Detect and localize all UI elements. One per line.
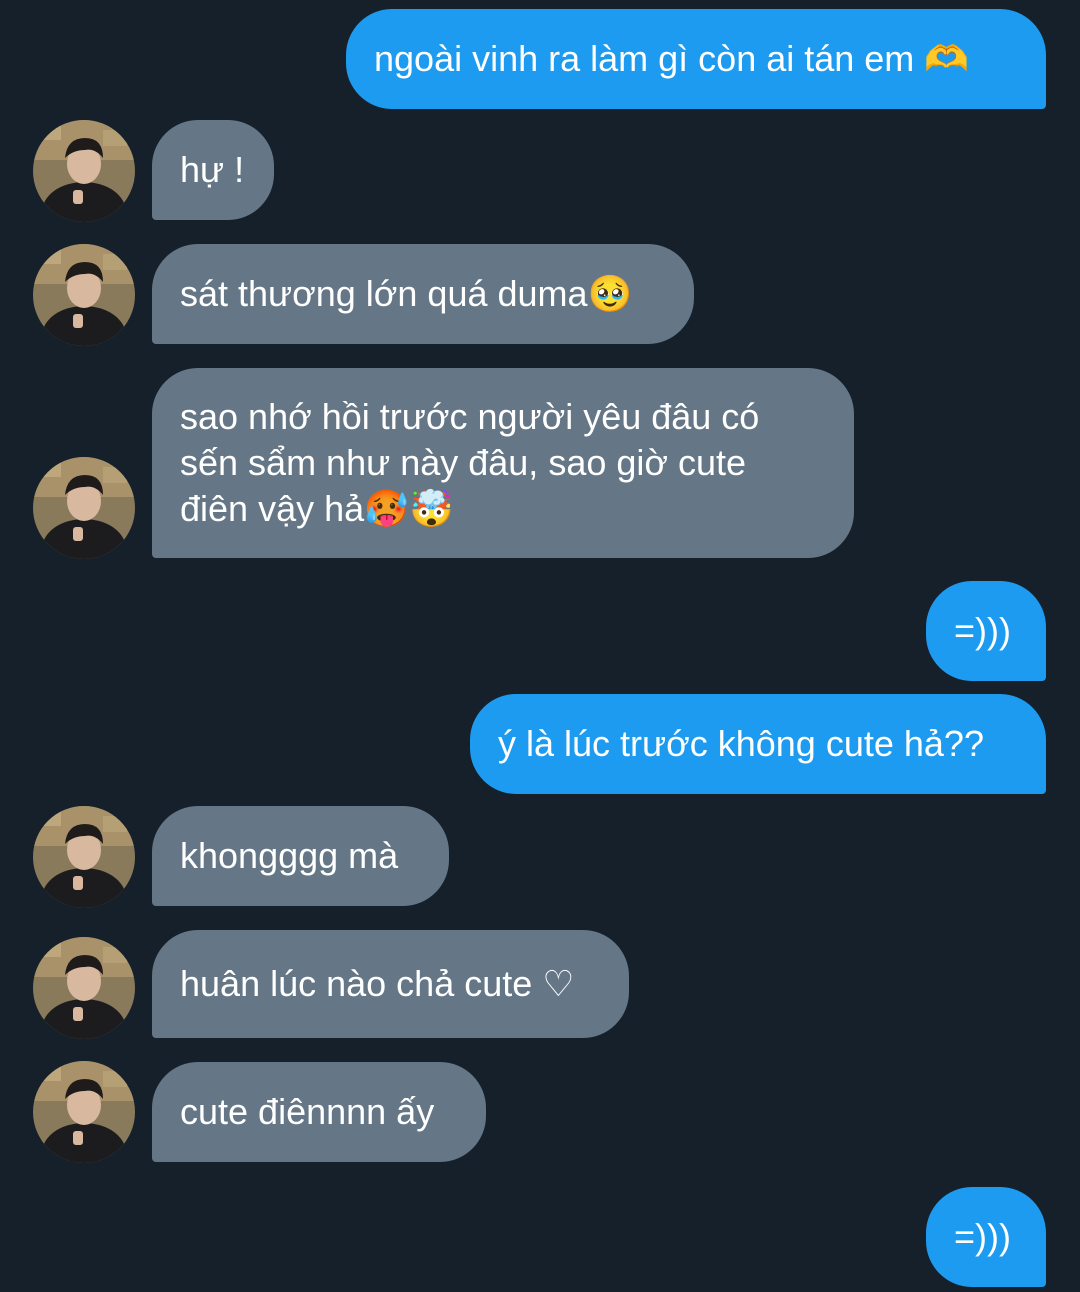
message-text: ngoài vinh ra làm gì còn ai tán em 🫶 [374, 38, 970, 79]
avatar-photo-icon [33, 937, 135, 1039]
contact-avatar[interactable] [33, 457, 135, 559]
incoming-message[interactable]: hự ! [152, 120, 274, 220]
avatar-photo-icon [33, 1061, 135, 1163]
message-text: cute điênnnn ấy [180, 1091, 435, 1132]
avatar-photo-icon [33, 120, 135, 222]
message-text: sao nhớ hồi trước người yêu đâu có sến s… [180, 396, 760, 529]
outgoing-message[interactable]: ngoài vinh ra làm gì còn ai tán em 🫶 [346, 9, 1046, 109]
message-text: =))) [954, 610, 1011, 651]
message-text: hự ! [180, 149, 245, 190]
outgoing-message[interactable]: =))) [926, 1187, 1046, 1287]
message-text: ý là lúc trước không cute hả?? [498, 723, 984, 764]
chat-thread: ngoài vinh ra làm gì còn ai tán em 🫶 hự … [0, 0, 1080, 1292]
incoming-message[interactable]: huân lúc nào chả cute ♡ [152, 930, 629, 1038]
message-text: khongggg mà [180, 835, 399, 876]
contact-avatar[interactable] [33, 806, 135, 908]
incoming-message[interactable]: khongggg mà [152, 806, 449, 906]
incoming-message[interactable]: cute điênnnn ấy [152, 1062, 486, 1162]
avatar-photo-icon [33, 457, 135, 559]
contact-avatar[interactable] [33, 937, 135, 1039]
outgoing-message[interactable]: ý là lúc trước không cute hả?? [470, 694, 1046, 794]
avatar-photo-icon [33, 806, 135, 908]
message-text: huân lúc nào chả cute ♡ [180, 963, 575, 1004]
outgoing-message[interactable]: =))) [926, 581, 1046, 681]
avatar-photo-icon [33, 244, 135, 346]
contact-avatar[interactable] [33, 120, 135, 222]
message-text: =))) [954, 1216, 1011, 1257]
message-text: sát thương lớn quá duma🥹 [180, 273, 633, 314]
contact-avatar[interactable] [33, 244, 135, 346]
incoming-message[interactable]: sát thương lớn quá duma🥹 [152, 244, 694, 344]
contact-avatar[interactable] [33, 1061, 135, 1163]
incoming-message[interactable]: sao nhớ hồi trước người yêu đâu có sến s… [152, 368, 854, 558]
